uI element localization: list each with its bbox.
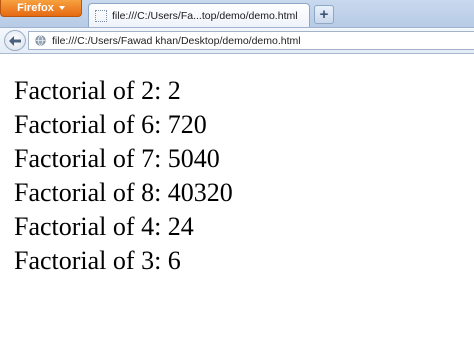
url-text: file:///C:/Users/Fawad khan/Desktop/demo… [52, 34, 301, 47]
firefox-menu-label: Firefox [17, 2, 54, 14]
tab-title: file:///C:/Users/Fa...top/demo/demo.html [112, 9, 298, 22]
arrow-left-icon [9, 35, 21, 46]
factorial-line: Factorial of 3: 6 [14, 246, 181, 275]
factorial-line: Factorial of 6: 720 [14, 110, 207, 139]
firefox-menu-button[interactable]: Firefox [0, 0, 82, 17]
page-content: Factorial of 2: 2 Factorial of 6: 720 Fa… [14, 74, 464, 278]
factorial-line: Factorial of 7: 5040 [14, 144, 220, 173]
factorial-line: Factorial of 8: 40320 [14, 178, 233, 207]
globe-icon [35, 35, 46, 46]
back-button[interactable] [4, 30, 26, 51]
caret-down-icon [58, 6, 65, 10]
factorial-line: Factorial of 2: 2 [14, 76, 181, 105]
factorial-line: Factorial of 4: 24 [14, 212, 194, 241]
new-tab-button[interactable]: + [314, 5, 334, 24]
tab-demo[interactable]: file:///C:/Users/Fa...top/demo/demo.html [88, 3, 310, 27]
blank-page-icon [95, 9, 107, 22]
tab-strip: Firefox file:///C:/Users/Fa...top/demo/d… [0, 0, 474, 27]
navigation-bar: file:///C:/Users/Fawad khan/Desktop/demo… [0, 27, 474, 54]
address-bar[interactable]: file:///C:/Users/Fawad khan/Desktop/demo… [28, 31, 474, 50]
plus-icon: + [319, 6, 329, 23]
browser-window: Firefox file:///C:/Users/Fa...top/demo/d… [0, 0, 474, 355]
